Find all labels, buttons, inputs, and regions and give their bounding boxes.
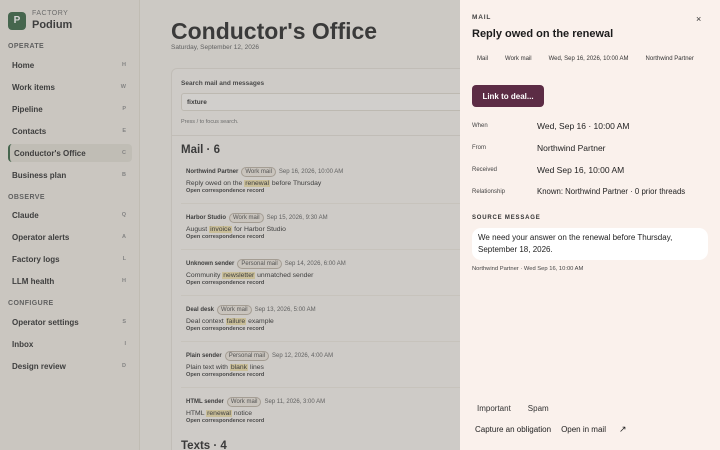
source-message-label: SOURCE MESSAGE xyxy=(472,215,541,221)
meta-value: Northwind Partner xyxy=(537,143,606,153)
tag-mailbox: Work mail xyxy=(505,56,532,62)
triage-actions: Important Spam xyxy=(477,404,566,413)
drawer-kicker: MAIL xyxy=(472,14,492,21)
external-link-icon: ↗ xyxy=(618,424,627,434)
spam-button[interactable]: Spam xyxy=(528,404,549,413)
open-in-mail-link[interactable]: Open in mail ↗ xyxy=(561,424,636,435)
important-button[interactable]: Important xyxy=(477,404,511,413)
source-message-meta: Northwind Partner · Wed Sep 16, 10:00 AM xyxy=(472,266,584,272)
drawer-title: Reply owed on the renewal xyxy=(472,28,614,40)
meta-received: Received Wed Sep 16, 10:00 AM xyxy=(472,165,712,175)
tag-kind: Mail xyxy=(477,56,489,62)
source-message-body: We need your answer on the renewal befor… xyxy=(472,228,708,260)
meta-value: Wed, Sep 16 · 10:00 AM xyxy=(537,121,630,131)
mail-detail-drawer: MAIL × Reply owed on the renewal Mail Wo… xyxy=(460,0,720,450)
modal-backdrop[interactable] xyxy=(0,0,460,450)
link-to-deal-button[interactable]: Link to deal... xyxy=(472,85,544,107)
meta-value: Wed Sep 16, 10:00 AM xyxy=(537,165,625,175)
meta-key: From xyxy=(472,145,486,151)
meta-key: Received xyxy=(472,167,498,173)
meta-value: Known: Northwind Partner · 0 prior threa… xyxy=(537,187,686,196)
tag-sender: Northwind Partner xyxy=(645,56,694,62)
tag-date: Wed, Sep 16, 2026, 10:00 AM xyxy=(548,56,629,62)
meta-key: Relationship xyxy=(472,188,506,195)
record-actions: Capture an obligation Open in mail ↗ xyxy=(475,424,647,435)
capture-obligation-button[interactable]: Capture an obligation xyxy=(475,425,551,434)
meta-key: When xyxy=(472,123,488,129)
open-in-mail-label: Open in mail xyxy=(561,425,606,434)
meta-from: From Northwind Partner xyxy=(472,143,712,153)
close-icon[interactable]: × xyxy=(696,14,701,24)
meta-relationship: Relationship Known: Northwind Partner · 0… xyxy=(472,187,712,196)
drawer-tags: Mail Work mail Wed, Sep 16, 2026, 10:00 … xyxy=(472,56,706,62)
meta-when: When Wed, Sep 16 · 10:00 AM xyxy=(472,121,712,131)
